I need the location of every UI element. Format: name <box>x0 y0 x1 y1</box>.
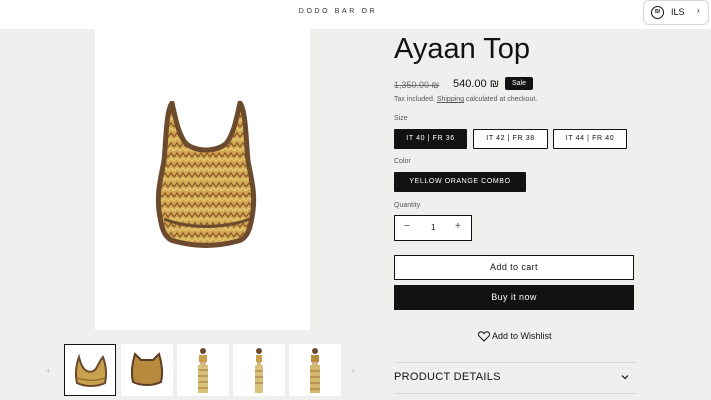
size-option-it40[interactable]: IT 40 | FR 36 <box>394 129 467 149</box>
currency-code: ILS <box>671 7 685 17</box>
color-label: Color <box>394 158 411 165</box>
wishlist-label: Add to Wishlist <box>492 331 552 341</box>
chevron-right-icon: › <box>697 6 700 15</box>
size-label: Size <box>394 115 408 122</box>
quantity-decrease-button[interactable]: − <box>404 221 410 232</box>
thumbnail-strip: ‹ › <box>0 344 370 396</box>
quantity-value[interactable]: 1 <box>431 223 435 232</box>
compare-at-price: 1,350.00 ₪ <box>394 80 440 90</box>
quantity-stepper: − 1 + <box>394 215 472 241</box>
divider <box>394 362 637 363</box>
chevron-down-icon[interactable] <box>620 372 630 382</box>
sale-badge: Sale <box>505 77 534 90</box>
sale-price: 540.00 ₪ <box>453 78 500 90</box>
crop-top-illustration <box>155 101 257 248</box>
thumbnail-top-back[interactable] <box>121 344 173 396</box>
add-to-cart-button[interactable]: Add to cart <box>394 255 634 280</box>
size-option-it42[interactable]: IT 42 | FR 38 <box>473 129 548 149</box>
main-product-image[interactable] <box>95 29 310 330</box>
thumbnail-prev-icon[interactable]: ‹ <box>47 366 50 375</box>
brand-logo[interactable]: DODO BAR OR <box>0 8 676 15</box>
quantity-increase-button[interactable]: + <box>455 221 461 232</box>
tax-prefix: Tax included. <box>394 96 435 103</box>
tax-suffix: calculated at checkout. <box>466 96 538 103</box>
product-title: Ayaan Top <box>394 33 530 65</box>
thumbnail-top-front[interactable] <box>64 344 116 396</box>
thumbnail-model-front[interactable] <box>177 344 229 396</box>
product-details-toggle[interactable]: PRODUCT DETAILS <box>394 371 501 383</box>
buy-it-now-button[interactable]: Buy it now <box>394 285 634 310</box>
israel-flag-icon: ₪ <box>651 6 664 19</box>
currency-selector[interactable]: ₪ ILS › <box>643 0 709 25</box>
heart-icon <box>478 331 490 342</box>
thumbnail-next-icon[interactable]: › <box>352 366 355 375</box>
color-option-yellow-orange[interactable]: YELLOW ORANGE COMBO <box>394 172 526 192</box>
shipping-link[interactable]: Shipping <box>437 96 464 103</box>
top-bar: DODO BAR OR ₪ ILS › <box>0 0 711 29</box>
quantity-label: Quantity <box>394 202 421 209</box>
divider <box>394 393 637 394</box>
size-option-it44[interactable]: IT 44 | FR 40 <box>553 129 627 149</box>
thumbnail-model-back[interactable] <box>289 344 341 396</box>
thumbnail-model-side[interactable] <box>233 344 285 396</box>
tax-note: Tax included. Shipping calculated at che… <box>394 96 537 103</box>
